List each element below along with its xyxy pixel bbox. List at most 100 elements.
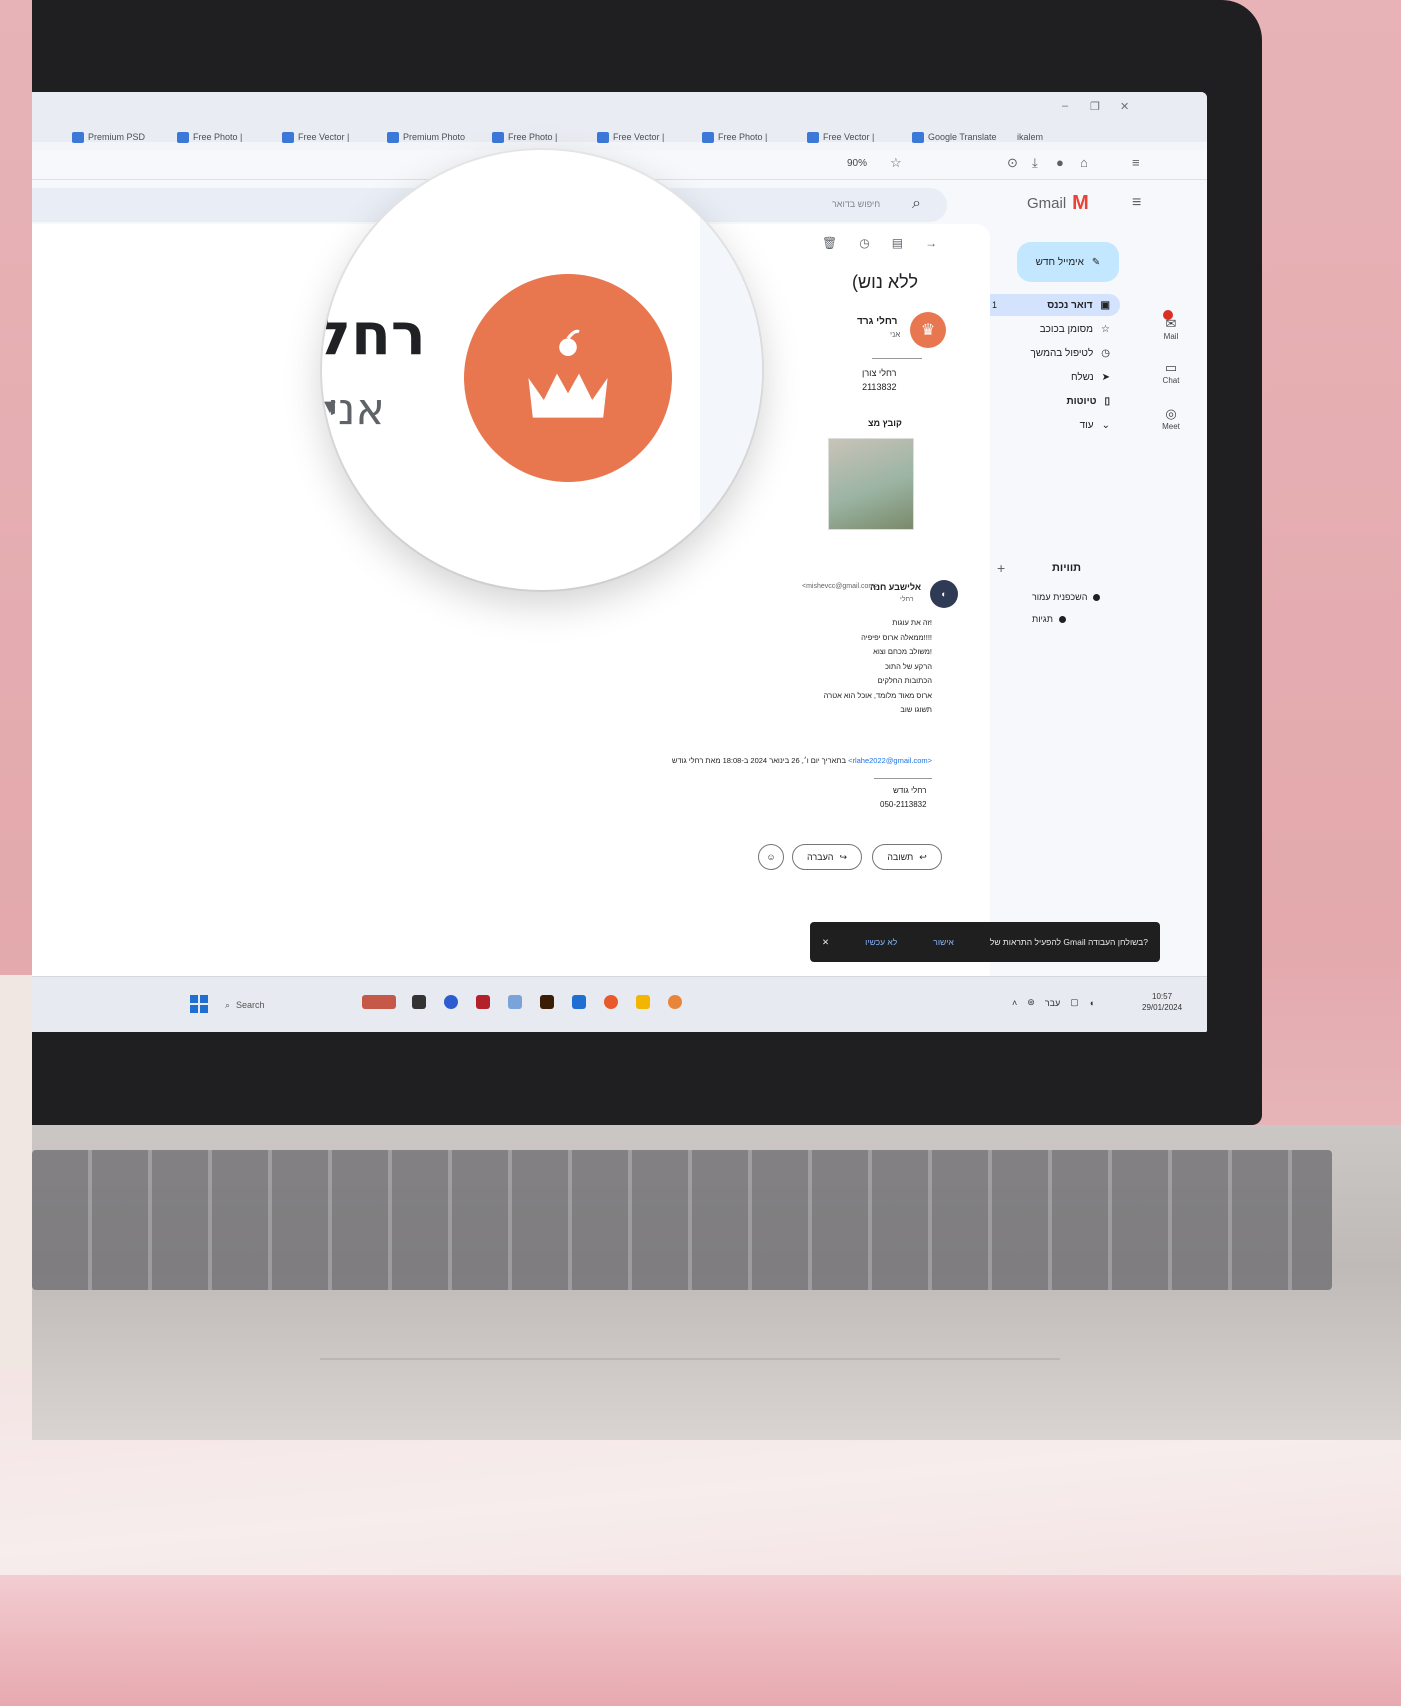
taskbar-illustrator-icon[interactable]: [540, 995, 554, 1009]
nav-item-inbox[interactable]: דואר נכנס ▣: [982, 294, 1120, 316]
notification-allow-button[interactable]: אישור: [933, 937, 954, 947]
taskbar-search[interactable]: ⌕ Search: [217, 993, 327, 1017]
crown-cake-icon: [528, 329, 608, 418]
nav-item-starred[interactable]: מסומן בכוכב ☆: [982, 318, 1120, 340]
tray-chevron-icon[interactable]: ˄: [1012, 998, 1017, 1008]
back-arrow-icon[interactable]: →: [925, 236, 937, 250]
taskbar-firefox-icon[interactable]: [604, 995, 618, 1009]
archive-icon[interactable]: ▤: [892, 236, 903, 250]
zoom-level[interactable]: 90%: [847, 158, 867, 169]
browser-tabbar: Premium PSD Free Photo | Free Vector | P…: [32, 92, 1207, 143]
taskbar-acrobat-icon[interactable]: [476, 995, 490, 1009]
label-dot-icon: [1058, 615, 1066, 623]
signature-divider: [872, 358, 922, 359]
quoted-signature-divider: [874, 778, 932, 779]
labels-heading: תוויות: [1052, 562, 1082, 574]
browser-tab[interactable]: ikalem: [1017, 128, 1043, 146]
maximize-icon[interactable]: ❐: [1090, 100, 1100, 113]
menu-icon[interactable]: ≡: [1132, 155, 1140, 170]
system-clock[interactable]: 10:57 29/01/2024: [1142, 991, 1182, 1013]
sender-to[interactable]: אני: [890, 330, 900, 339]
browser-tab[interactable]: Free Photo |: [702, 128, 767, 146]
close-icon[interactable]: ✕: [1120, 100, 1129, 113]
minimize-icon[interactable]: –: [1062, 100, 1068, 112]
nav-item-sent[interactable]: נשלח ➤: [982, 366, 1120, 388]
quoted-email-link[interactable]: <rlahe2022@gmail.com>: [848, 756, 932, 765]
rail-mail[interactable]: ✉ Mail: [1145, 316, 1197, 341]
inbox-icon: ▣: [1100, 299, 1110, 311]
trash-icon[interactable]: 🗑: [822, 236, 837, 250]
nav-item-snoozed[interactable]: לטיפול בהמשך ◷: [982, 342, 1120, 364]
tab-favicon-icon: [492, 131, 504, 143]
taskbar-taskview-icon[interactable]: [412, 995, 426, 1009]
reply-arrow-icon: ↩: [919, 851, 927, 862]
extension-icon[interactable]: ●: [1056, 155, 1064, 170]
forward-button[interactable]: העברה ↪: [792, 844, 862, 870]
taskbar-app-icon[interactable]: [572, 995, 586, 1009]
notification-text: להפעיל התראות של Gmail בשולחן העבודה?: [989, 937, 1148, 947]
reply-button[interactable]: תשובה ↩: [872, 844, 942, 870]
compose-label: אימייל חדש: [1035, 256, 1084, 268]
taskbar-explorer-icon[interactable]: [636, 995, 650, 1009]
tab-favicon-icon: [387, 131, 399, 143]
browser-tab[interactable]: Free Photo |: [492, 128, 557, 146]
download-icon[interactable]: ⤓: [1032, 155, 1038, 171]
home-icon[interactable]: ⌂: [1080, 155, 1088, 170]
app-rail: ✉ Mail ▭ Chat ◎ Meet: [1145, 230, 1197, 530]
nav-item-more[interactable]: עוד ⌄: [982, 414, 1120, 436]
label-item[interactable]: השכפנית עמור: [1032, 592, 1101, 602]
reply-recipient[interactable]: רחלי: [900, 596, 914, 603]
taskbar-widget-icon[interactable]: [362, 995, 396, 1009]
magnified-avatar: [464, 274, 672, 482]
taskbar-app-icon[interactable]: [668, 995, 682, 1009]
browser-tab[interactable]: Google Translate: [912, 128, 997, 146]
magnified-sender-name: רחל: [322, 300, 426, 368]
notification-deny-button[interactable]: לא עכשיו: [865, 937, 897, 947]
browser-tab[interactable]: Premium Photo: [387, 128, 465, 146]
bookmark-star-icon[interactable]: ☆: [890, 155, 902, 171]
search-icon[interactable]: ⌕: [912, 195, 921, 213]
browser-tab[interactable]: Free Photo |: [177, 128, 242, 146]
taskbar-chat-icon[interactable]: [444, 995, 458, 1009]
volume-icon[interactable]: ◖: [1089, 998, 1094, 1008]
send-icon: ➤: [1101, 371, 1110, 383]
tab-favicon-icon: [177, 131, 189, 143]
rail-chat[interactable]: ▭ Chat: [1145, 360, 1197, 385]
label-item[interactable]: תגיות: [1032, 614, 1066, 624]
windows-start-icon[interactable]: [190, 995, 208, 1013]
sender-avatar[interactable]: ♛: [910, 312, 946, 348]
hamburger-menu-icon[interactable]: ≡: [1132, 194, 1141, 212]
nav-item-drafts[interactable]: טיוטות ▯: [982, 390, 1120, 412]
emoji-reaction-icon[interactable]: ☺: [758, 844, 784, 870]
meet-icon: ◎: [1165, 406, 1177, 421]
signature: רחלי צורן 2113832: [862, 368, 897, 392]
add-label-icon[interactable]: +: [997, 560, 1005, 576]
notification-close-icon[interactable]: ✕: [822, 937, 829, 948]
chevron-down-icon: ⌄: [1101, 419, 1110, 431]
shield-icon[interactable]: ⊙: [1007, 155, 1018, 171]
desktop-notification-prompt: ✕ לא עכשיו אישור להפעיל התראות של Gmail …: [810, 922, 1160, 962]
rail-meet[interactable]: ◎ Meet: [1145, 406, 1197, 431]
snooze-icon[interactable]: ◷: [859, 236, 869, 250]
network-icon[interactable]: ▢: [1070, 997, 1079, 1008]
message-toolbar: 🗑 ◷ ▤ →: [822, 236, 937, 250]
tray-app-icon[interactable]: ⊛: [1027, 997, 1035, 1008]
keyboard: [32, 1150, 1332, 1290]
reply-sender-avatar[interactable]: ◐: [930, 580, 958, 608]
search-placeholder: חיפוש בדואר: [832, 199, 881, 209]
tab-favicon-icon: [807, 131, 819, 143]
compose-button[interactable]: אימייל חדש ✎: [1017, 242, 1119, 282]
search-icon: ⌕: [225, 999, 231, 1010]
browser-tab[interactable]: Free Vector |: [807, 128, 874, 146]
system-tray: ˄ ⊛ עבר ▢ ◖: [1012, 997, 1094, 1008]
reply-sender-email: <mishevcc@gmail.com>: [802, 583, 879, 590]
browser-tab[interactable]: Free Vector |: [282, 128, 349, 146]
browser-tab[interactable]: Free Vector |: [597, 128, 664, 146]
browser-tab[interactable]: Premium PSD: [72, 128, 145, 146]
keyboard-language[interactable]: עבר: [1045, 998, 1060, 1008]
taskbar-app-icon[interactable]: [508, 995, 522, 1009]
gmail-logo[interactable]: Gmail M: [1027, 192, 1089, 215]
attachment-thumbnail[interactable]: [828, 438, 914, 530]
magnified-recipient: אני: [328, 384, 385, 435]
quoted-header: בתאריך יום ו׳, 26 בינואר 2024 ב-18:08 מא…: [671, 756, 932, 765]
